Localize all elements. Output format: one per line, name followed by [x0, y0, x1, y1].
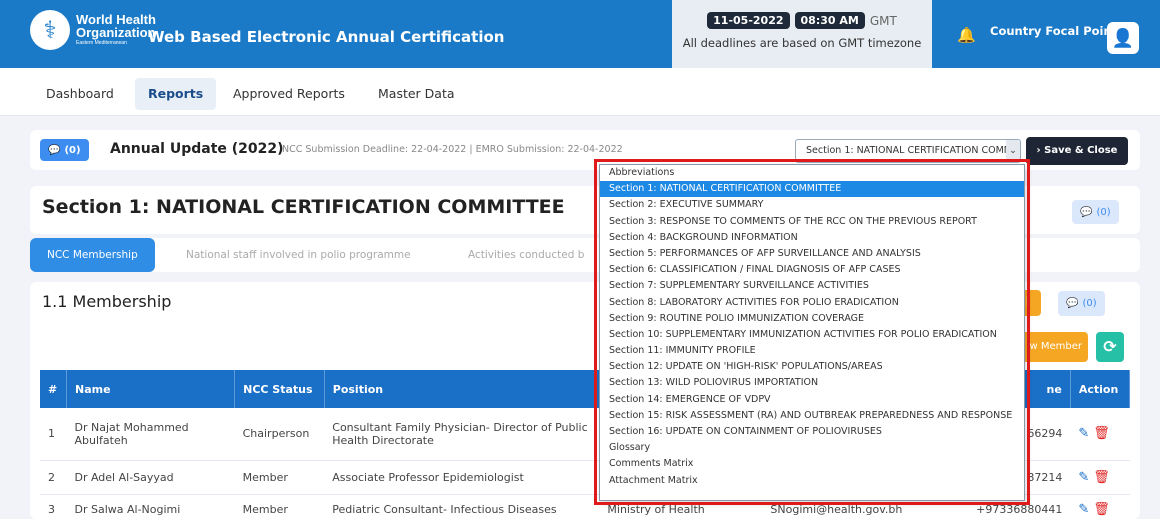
- who-logo: ⚕ World Health Organization Eastern Medi…: [30, 10, 156, 50]
- row-number: 2: [40, 460, 67, 495]
- delete-icon[interactable]: 🗑: [1093, 470, 1110, 485]
- tab-activities[interactable]: Activities conducted b: [468, 238, 584, 272]
- update-title: Annual Update (2022): [110, 141, 284, 157]
- nav-reports[interactable]: Reports: [135, 78, 217, 110]
- comments-button[interactable]: 💬 (0): [40, 139, 89, 161]
- app-title: Web Based Electronic Annual Certificatio…: [148, 28, 505, 46]
- logo-line2: Organization: [76, 24, 156, 40]
- delete-icon[interactable]: 🗑: [1093, 502, 1110, 517]
- refresh-icon[interactable]: ⟳: [1096, 332, 1124, 362]
- comments-icon: 💬: [1066, 298, 1079, 309]
- submission-deadline: NCC Submission Deadline: 22-04-2022 | EM…: [282, 144, 623, 155]
- logo-line1: World Health: [76, 11, 156, 27]
- section-title: Section 1: NATIONAL CERTIFICATION COMMIT…: [42, 196, 565, 218]
- user-role[interactable]: Country Focal Point: [990, 24, 1117, 38]
- row-status: Chairperson: [234, 408, 325, 461]
- deadline-note: All deadlines are based on GMT timezone: [682, 36, 922, 50]
- edit-icon[interactable]: ✎: [1078, 502, 1089, 517]
- col-name: Name: [66, 370, 236, 408]
- row-status: Member: [234, 460, 325, 495]
- comments-icon: 💬: [1080, 206, 1093, 218]
- nav-approved-reports[interactable]: Approved Reports: [220, 78, 358, 110]
- time-panel: 11-05-2022 08:30 AM GMT All deadlines ar…: [672, 0, 932, 68]
- save-close-button[interactable]: › Save & Close: [1026, 137, 1128, 165]
- who-emblem-icon: ⚕: [30, 10, 70, 50]
- col-action: Action: [1070, 370, 1131, 408]
- row-actions: ✎ 🗑: [1070, 408, 1130, 461]
- time-pill: 08:30 AM: [794, 12, 865, 29]
- row-number: 1: [40, 408, 67, 461]
- membership-comments-button[interactable]: 💬 (0): [1058, 291, 1105, 316]
- section-select-value: Section 1: NATIONAL CERTIFICATION COMMIT…: [806, 145, 1021, 156]
- tab-national-staff[interactable]: National staff involved in polio program…: [186, 238, 411, 272]
- delete-icon[interactable]: 🗑: [1093, 426, 1110, 441]
- save-close-label: Save & Close: [1044, 145, 1118, 156]
- row-actions: ✎ 🗑: [1070, 460, 1130, 495]
- comments-icon: 💬: [48, 144, 61, 156]
- row-name: Dr Najat Mohammed Abulfateh: [66, 408, 235, 461]
- bell-icon[interactable]: 🔔: [957, 26, 976, 44]
- edit-icon[interactable]: ✎: [1078, 470, 1089, 485]
- row-status: Member: [234, 494, 325, 519]
- membership-title: 1.1 Membership: [42, 292, 172, 311]
- timezone-label: GMT: [869, 13, 897, 28]
- nav-dashboard[interactable]: Dashboard: [33, 78, 127, 110]
- row-position: Pediatric Consultant- Infectious Disease…: [324, 494, 600, 519]
- section-comments-button[interactable]: 💬 (0): [1072, 200, 1119, 224]
- user-avatar-icon[interactable]: 👤: [1107, 22, 1139, 54]
- comments-count: (0): [64, 144, 81, 156]
- row-position: Consultant Family Physician- Director of…: [324, 408, 600, 461]
- row-position: Associate Professor Epidemiologist: [324, 460, 600, 495]
- col-position: Position: [324, 370, 600, 408]
- nav-master-data[interactable]: Master Data: [365, 78, 468, 110]
- col-number: #: [40, 370, 67, 408]
- highlight-annotation-box: [594, 159, 1030, 505]
- edit-icon[interactable]: ✎: [1078, 426, 1089, 441]
- chevron-right-icon: ›: [1036, 145, 1041, 156]
- date-pill: 11-05-2022: [707, 12, 790, 29]
- logo-line3: Eastern Mediterranean: [76, 39, 127, 46]
- row-actions: ✎ 🗑: [1070, 494, 1130, 519]
- col-status: NCC Status: [234, 370, 325, 408]
- row-name: Dr Salwa Al-Nogimi: [66, 494, 235, 519]
- top-header: ⚕ World Health Organization Eastern Medi…: [0, 0, 1160, 68]
- row-name: Dr Adel Al-Sayyad: [66, 460, 235, 495]
- tab-ncc-membership[interactable]: NCC Membership: [30, 238, 155, 272]
- section-comments-count: (0): [1096, 206, 1111, 218]
- membership-comments-count: (0): [1082, 298, 1097, 309]
- main-nav: Dashboard Reports Approved Reports Maste…: [0, 68, 1160, 116]
- row-number: 3: [40, 494, 67, 519]
